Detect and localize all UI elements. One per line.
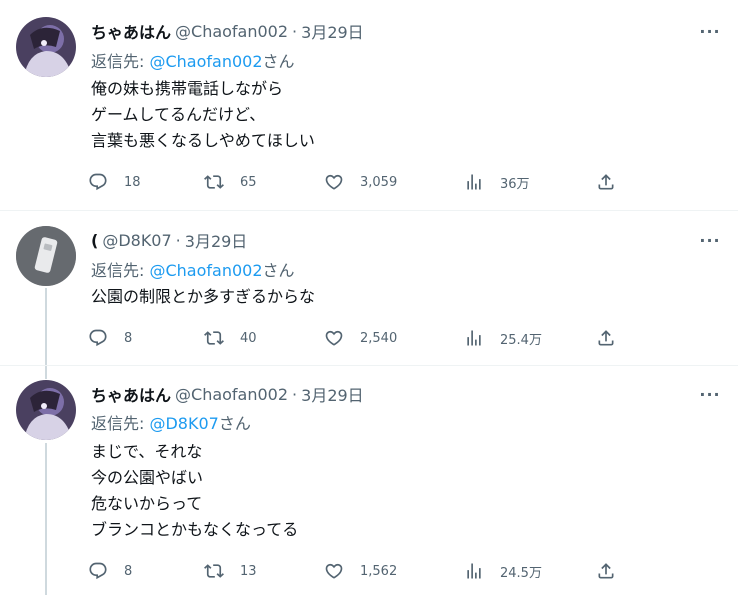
user-handle[interactable]: @Chaofan002 [175,385,288,404]
retweet-count: 13 [240,563,257,579]
tweet-text-line: ゲームしてるんだけど、 [91,105,266,124]
views-button[interactable]: 24.5万 [464,557,542,585]
tweet-text: まじで、それな 今の公園やばい 危ないからって ブランコとかもなくなってる [91,439,298,543]
tweet-text-line: 危ないからって [91,494,203,513]
reply-to: 返信先: @Chaofan002さん [91,257,295,280]
thread-line [45,365,47,379]
view-count: 24.5万 [500,565,542,581]
reply-count: 18 [124,174,141,190]
tweet-date[interactable]: 3月29日 [185,228,248,252]
reply-to: 返信先: @D8K07さん [91,410,251,433]
reply-icon [88,328,108,348]
views-button[interactable]: 25.4万 [464,324,542,352]
tweet-text-line: 公園の制限とか多すぎるからな [91,287,316,306]
tweet-actions: 8 13 1,562 24.5万 [88,557,628,585]
reply-count: 8 [124,330,133,346]
retweet-button[interactable]: 40 [204,324,257,352]
retweet-button[interactable]: 13 [204,557,257,585]
reply-icon [88,172,108,192]
separator-dot: · [292,21,298,41]
tweet-actions: 18 65 3,059 36万 [88,168,628,196]
retweet-count: 40 [240,330,257,346]
heart-icon [324,561,344,581]
reply-to-suffix: さん [218,414,251,433]
thread-line [45,288,47,365]
avatar[interactable] [16,380,76,440]
tweet-text: 俺の妹も携帯電話しながら ゲームしてるんだけど、 言葉も悪くなるしやめてほしい [91,76,315,154]
reply-icon [88,561,108,581]
display-name[interactable]: ( [91,231,98,250]
user-handle[interactable]: @Chaofan002 [175,22,288,41]
reply-button[interactable]: 8 [88,557,132,585]
reply-to-mention[interactable]: @Chaofan002 [149,261,262,280]
user-handle[interactable]: @D8K07 [102,231,171,250]
retweet-icon [204,328,224,348]
share-icon [596,172,616,192]
tweet-date[interactable]: 3月29日 [301,382,364,406]
share-icon [596,561,616,581]
like-count: 2,540 [360,330,398,346]
heart-icon [324,328,344,348]
reply-to-suffix: さん [262,52,295,71]
tweet-date[interactable]: 3月29日 [301,19,364,43]
tweet[interactable]: ちゃあはん @Chaofan002 · 3月29日 ··· 返信先: @D8K0… [0,365,738,595]
views-icon [464,328,484,348]
tweet-text-line: 俺の妹も携帯電話しながら [91,79,284,98]
tweet-header: ちゃあはん @Chaofan002 · 3月29日 [91,19,364,43]
avatar[interactable] [16,226,76,286]
share-button[interactable] [596,557,632,585]
tweet-text: 公園の制限とか多すぎるからな [91,284,315,310]
reply-to-mention[interactable]: @Chaofan002 [149,52,262,71]
reply-to-prefix: 返信先: [91,414,150,433]
more-icon[interactable]: ··· [698,21,722,41]
tweet-text-line: 言葉も悪くなるしやめてほしい [91,131,315,150]
like-count: 1,562 [360,563,398,579]
share-button[interactable] [596,168,632,196]
share-button[interactable] [596,324,632,352]
like-button[interactable]: 2,540 [324,324,397,352]
divider [0,365,738,366]
reply-count: 8 [124,563,133,579]
retweet-icon [204,561,224,581]
tweet-actions: 8 40 2,540 25.4万 [88,324,628,352]
retweet-count: 65 [240,174,257,190]
like-count: 3,059 [360,174,398,190]
reply-to-suffix: さん [262,261,295,280]
view-count: 36万 [500,176,530,192]
more-icon[interactable]: ··· [698,230,722,250]
thread-line [45,443,47,595]
reply-button[interactable]: 8 [88,324,132,352]
more-icon[interactable]: ··· [698,384,722,404]
views-icon [464,172,484,192]
tweet[interactable]: ちゃあはん @Chaofan002 · 3月29日 ··· 返信先: @Chao… [0,0,738,210]
reply-to: 返信先: @Chaofan002さん [91,48,295,71]
display-name[interactable]: ちゃあはん [91,382,171,406]
reply-button[interactable]: 18 [88,168,141,196]
heart-icon [324,172,344,192]
separator-dot: · [175,230,181,250]
views-button[interactable]: 36万 [464,168,530,196]
reply-to-prefix: 返信先: [91,261,150,280]
retweet-icon [204,172,224,192]
display-name[interactable]: ちゃあはん [91,19,171,43]
tweet[interactable]: ( @D8K07 · 3月29日 ··· 返信先: @Chaofan002さん … [0,210,738,365]
reply-to-mention[interactable]: @D8K07 [149,414,218,433]
tweet-header: ちゃあはん @Chaofan002 · 3月29日 [91,382,364,406]
tweet-text-line: まじで、それな [91,442,203,461]
tweet-text-line: 今の公園やばい [91,468,204,487]
share-icon [596,328,616,348]
like-button[interactable]: 3,059 [324,168,397,196]
reply-to-prefix: 返信先: [91,52,150,71]
retweet-button[interactable]: 65 [204,168,257,196]
tweet-header: ( @D8K07 · 3月29日 [91,228,248,252]
view-count: 25.4万 [500,332,542,348]
views-icon [464,561,484,581]
tweet-text-line: ブランコとかもなくなってる [91,520,299,539]
like-button[interactable]: 1,562 [324,557,397,585]
separator-dot: · [292,384,298,404]
avatar[interactable] [16,17,76,77]
